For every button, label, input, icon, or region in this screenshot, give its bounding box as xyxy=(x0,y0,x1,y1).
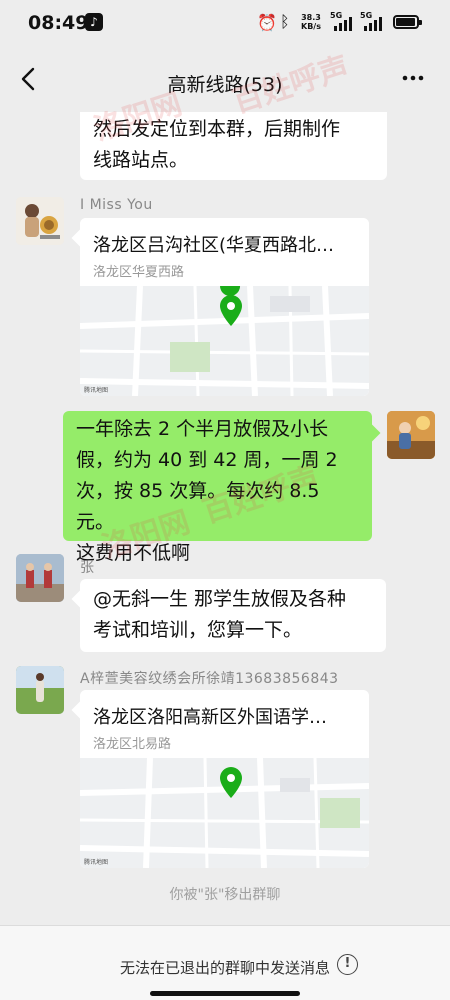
more-dots-icon xyxy=(402,75,424,81)
home-indicator[interactable] xyxy=(150,991,300,996)
map-attribution: 腾讯地图 xyxy=(84,858,108,866)
battery-icon xyxy=(393,15,422,29)
my-avatar[interactable] xyxy=(387,411,435,459)
network-speed-unit: KB/s xyxy=(301,22,321,31)
message-text-line: 线路站点。 xyxy=(93,149,189,171)
signal-sim2-icon: 5G xyxy=(360,11,384,31)
bluetooth-icon: ᛒ xyxy=(280,12,290,31)
input-disabled-bar: 无法在已退出的群聊中发送消息 ! xyxy=(0,925,450,1000)
message-text-line: 然后发定位到本群，后期制作 xyxy=(93,118,341,140)
message-bubble[interactable]: @无斜一生 那学生放假及各种 考试和培训，您算一下。 xyxy=(71,579,386,652)
location-address: 洛龙区北易路 xyxy=(93,737,172,752)
location-card[interactable]: 洛龙区吕沟社区(华夏西路北… 洛龙区华夏西路 腾讯地图 xyxy=(71,218,369,396)
message-text-line: 次，按 85 次算。每次约 8.5 元。 xyxy=(76,480,320,533)
chat-header: 高新线路(53) xyxy=(0,46,450,112)
avatar[interactable] xyxy=(16,666,64,714)
chat-title: 高新线路(53) xyxy=(167,74,283,96)
map-attribution: 腾讯地图 xyxy=(84,386,108,394)
status-bar: 08:49 ♪ ⏰ ᛒ 38.3 KB/s 5G 5G xyxy=(0,0,450,46)
avatar[interactable] xyxy=(16,197,64,245)
location-address: 洛龙区华夏西路 xyxy=(93,265,185,280)
sim1-label: 5G xyxy=(330,11,343,20)
message-text-line: 考试和培训，您算一下。 xyxy=(93,619,303,641)
status-time: 08:49 xyxy=(28,12,89,34)
network-speed-value: 38.3 xyxy=(301,13,321,22)
sender-name: 张 xyxy=(80,560,95,576)
message-text-line: @无斜一生 那学生放假及各种 xyxy=(93,588,347,610)
sim2-label: 5G xyxy=(360,11,373,20)
sender-name: A梓萱美容纹绣会所徐靖13683856843 xyxy=(80,671,339,687)
network-speed: 38.3 KB/s xyxy=(301,13,321,31)
map-thumbnail: 腾讯地图 xyxy=(80,758,369,868)
my-message-bubble[interactable]: 一年除去 2 个半月放假及小长 假，约为 40 到 42 周，一周 2 次，按 … xyxy=(63,411,381,564)
cannot-send-notice: 无法在已退出的群聊中发送消息 xyxy=(119,959,330,977)
location-title: 洛龙区洛阳高新区外国语学… xyxy=(93,707,327,728)
avatar[interactable] xyxy=(16,554,64,602)
message-list[interactable]: 然后发定位到本群，后期制作 线路站点。 I Miss You 洛龙区吕沟社区(华… xyxy=(0,112,450,925)
tiktok-notification-icon: ♪ xyxy=(85,13,103,31)
sender-name: I Miss You xyxy=(80,197,153,213)
message-bubble[interactable]: 然后发定位到本群，后期制作 线路站点。 xyxy=(80,112,387,180)
location-title: 洛龙区吕沟社区(华夏西路北… xyxy=(93,235,335,256)
more-button[interactable] xyxy=(398,68,428,88)
location-card[interactable]: 洛龙区洛阳高新区外国语学… 洛龙区北易路 腾讯地图 xyxy=(71,690,369,868)
map-thumbnail: 腾讯地图 xyxy=(80,286,369,396)
system-notice: 你被"张"移出群聊 xyxy=(169,887,281,903)
message-text-line: 一年除去 2 个半月放假及小长 xyxy=(76,418,329,440)
signal-sim1-icon: 5G xyxy=(330,11,354,31)
alarm-icon: ⏰ xyxy=(257,13,277,32)
message-text-line: 这费用不低啊 xyxy=(76,542,191,564)
message-text-line: 假，约为 40 到 42 周，一周 2 xyxy=(76,449,338,471)
info-icon[interactable]: ! xyxy=(337,954,358,975)
